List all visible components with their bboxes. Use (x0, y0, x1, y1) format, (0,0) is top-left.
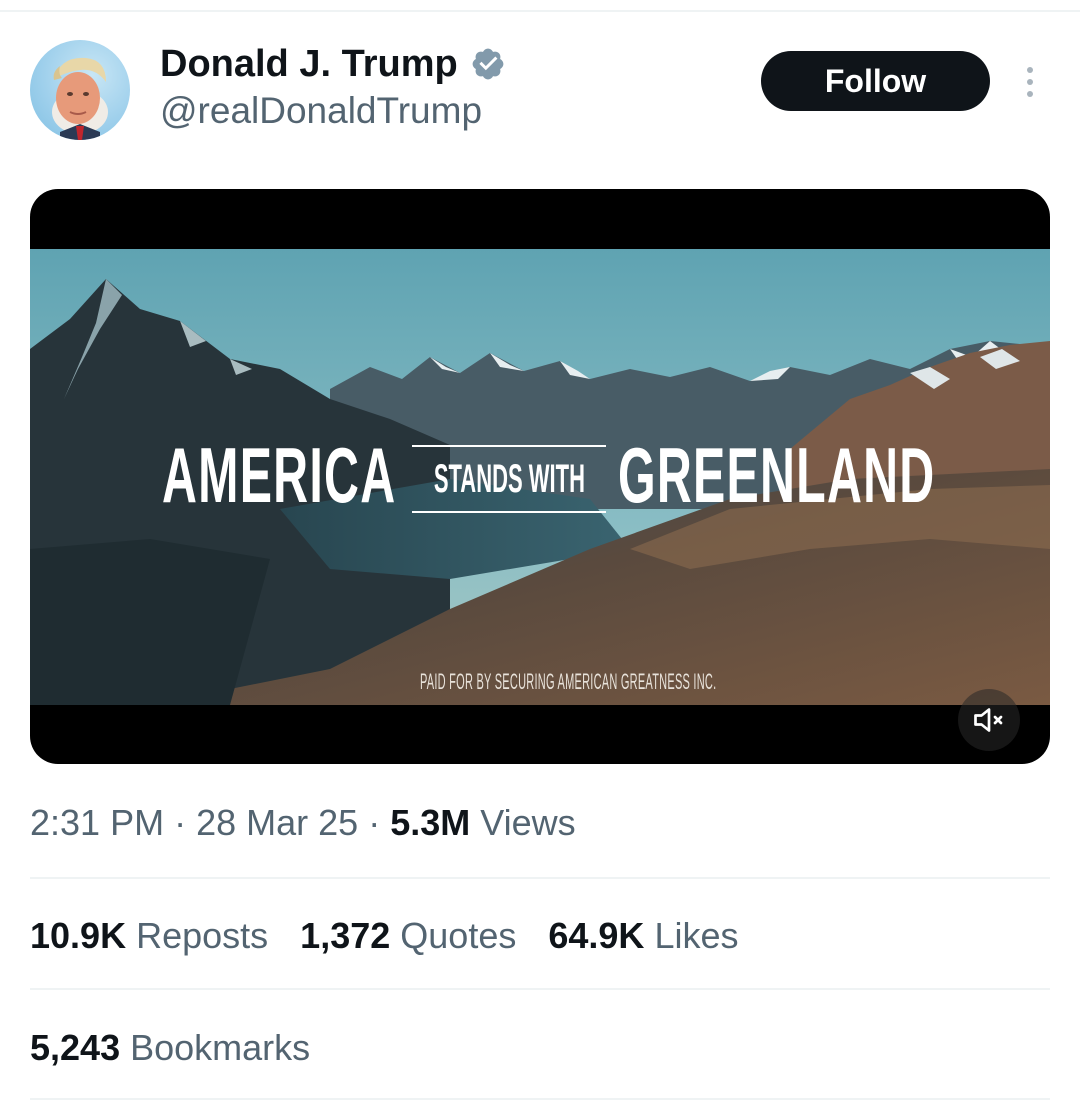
bookmarks-label: Bookmarks (130, 1027, 311, 1068)
engagement-stats: 10.9K Reposts 1,372 Quotes 64.9K Likes (30, 912, 771, 960)
tweet-date[interactable]: 28 Mar 25 (196, 802, 358, 843)
more-dot (1027, 67, 1033, 73)
likes-stat[interactable]: 64.9K Likes (548, 912, 738, 960)
reposts-count: 10.9K (30, 915, 127, 956)
volume-muted-icon (974, 708, 1003, 732)
more-dot (1027, 91, 1033, 97)
author-handle[interactable]: @realDonaldTrump (160, 88, 482, 134)
bookmarks-stat[interactable]: 5,243 Bookmarks (30, 1024, 310, 1072)
verified-badge-icon (472, 48, 504, 80)
quotes-label: Quotes (400, 915, 517, 956)
video-disclaimer: PAID FOR BY SECURING AMERICAN GREATNESS … (420, 669, 717, 694)
views-count: 5.3M (390, 802, 471, 843)
meta-separator: · (174, 802, 187, 843)
follow-button[interactable]: Follow (761, 51, 990, 111)
video-player[interactable]: AMERICA STANDS WITH GREENLAND PAID FOR B… (30, 189, 1050, 764)
quotes-stat[interactable]: 1,372 Quotes (300, 912, 516, 960)
video-headline: AMERICA STANDS WITH GREENLAND (30, 425, 1050, 525)
profile-photo-icon (52, 57, 108, 140)
top-divider (0, 10, 1080, 12)
divider (30, 988, 1050, 990)
author-name-row[interactable]: Donald J. Trump (160, 40, 506, 88)
display-name[interactable]: Donald J. Trump (160, 40, 458, 88)
headline-middle: STANDS WITH (433, 456, 585, 501)
tweet-meta: 2:31 PM · 28 Mar 25 · 5.3M Views (30, 800, 576, 846)
tweet-time[interactable]: 2:31 PM (30, 802, 164, 843)
mute-toggle-button[interactable] (958, 689, 1020, 751)
likes-count: 64.9K (548, 915, 645, 956)
bookmarks-count: 5,243 (30, 1027, 121, 1068)
avatar[interactable] (30, 40, 130, 140)
divider (30, 877, 1050, 879)
more-dot (1027, 79, 1033, 85)
headline-right: GREENLAND (618, 431, 936, 519)
reposts-stat[interactable]: 10.9K Reposts (30, 912, 268, 960)
views-label: Views (480, 802, 576, 843)
likes-label: Likes (654, 915, 739, 956)
headline-middle-box: STANDS WITH (412, 445, 606, 513)
more-options-button[interactable] (1012, 60, 1048, 104)
reposts-label: Reposts (136, 915, 269, 956)
meta-separator: · (368, 802, 381, 843)
divider (30, 1098, 1050, 1100)
headline-left: AMERICA (162, 431, 397, 519)
quotes-count: 1,372 (300, 915, 391, 956)
